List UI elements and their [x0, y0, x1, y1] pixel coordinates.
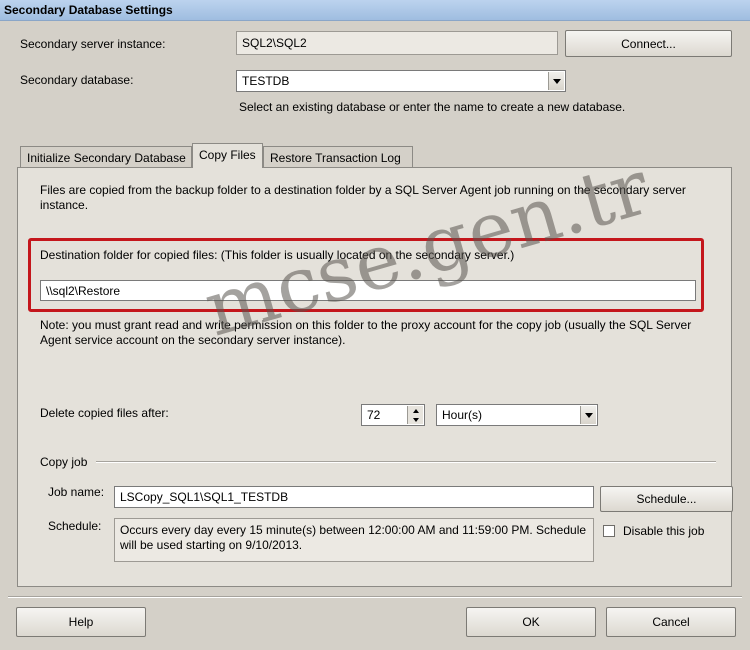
- cancel-button[interactable]: Cancel: [606, 607, 736, 637]
- spin-down-button[interactable]: [408, 415, 423, 424]
- unit-dropdown-arrow[interactable]: [580, 406, 596, 424]
- job-name-value: LSCopy_SQL1\SQL1_TESTDB: [120, 490, 289, 504]
- disable-job-label: Disable this job: [623, 524, 705, 538]
- copy-files-description: Files are copied from the backup folder …: [40, 183, 686, 212]
- server-instance-value: SQL2\SQL2: [242, 36, 307, 50]
- database-hint: Select an existing database or enter the…: [239, 100, 626, 114]
- delete-copied-files-label: Delete copied files after:: [40, 406, 169, 420]
- arrow-down-icon: [412, 417, 419, 422]
- server-instance-label: Secondary server instance:: [20, 37, 166, 51]
- help-button[interactable]: Help: [16, 607, 146, 637]
- delete-unit-combo[interactable]: Hour(s): [436, 404, 598, 426]
- spin-buttons: [407, 406, 423, 424]
- spin-up-button[interactable]: [408, 406, 423, 415]
- job-name-label: Job name:: [48, 485, 105, 499]
- tab-copy-files[interactable]: Copy Files: [192, 143, 263, 168]
- secondary-database-combo[interactable]: TESTDB: [236, 70, 566, 92]
- chevron-down-icon: [552, 78, 561, 84]
- schedule-label: Schedule:: [48, 519, 102, 533]
- copy-job-section-label: Copy job: [40, 455, 88, 469]
- permission-note: Note: you must grant read and write perm…: [40, 318, 692, 347]
- chevron-down-icon: [584, 412, 593, 418]
- secondary-database-value: TESTDB: [242, 74, 290, 88]
- highlight-box: [28, 238, 704, 312]
- tab-initialize-secondary-database[interactable]: Initialize Secondary Database: [20, 146, 192, 167]
- disable-job-option[interactable]: Disable this job: [603, 524, 704, 538]
- schedule-description: Occurs every day every 15 minute(s) betw…: [114, 518, 594, 562]
- delete-after-stepper[interactable]: 72: [361, 404, 425, 426]
- job-name-input[interactable]: LSCopy_SQL1\SQL1_TESTDB: [114, 486, 594, 508]
- ok-button[interactable]: OK: [466, 607, 596, 637]
- server-instance-field: SQL2\SQL2: [236, 31, 558, 55]
- schedule-button[interactable]: Schedule...: [600, 486, 733, 512]
- delete-unit-value: Hour(s): [442, 408, 483, 422]
- secondary-database-label: Secondary database:: [20, 73, 134, 87]
- connect-button[interactable]: Connect...: [565, 30, 732, 57]
- window-title: Secondary Database Settings: [4, 3, 173, 17]
- copy-job-separator: [96, 461, 716, 463]
- arrow-up-icon: [412, 408, 419, 413]
- delete-after-value: 72: [367, 408, 381, 422]
- footer-separator: [8, 596, 742, 598]
- database-dropdown-arrow[interactable]: [548, 72, 564, 90]
- title-bar: Secondary Database Settings: [0, 0, 750, 21]
- disable-job-checkbox[interactable]: [603, 525, 615, 537]
- tab-restore-transaction-log[interactable]: Restore Transaction Log: [263, 146, 413, 167]
